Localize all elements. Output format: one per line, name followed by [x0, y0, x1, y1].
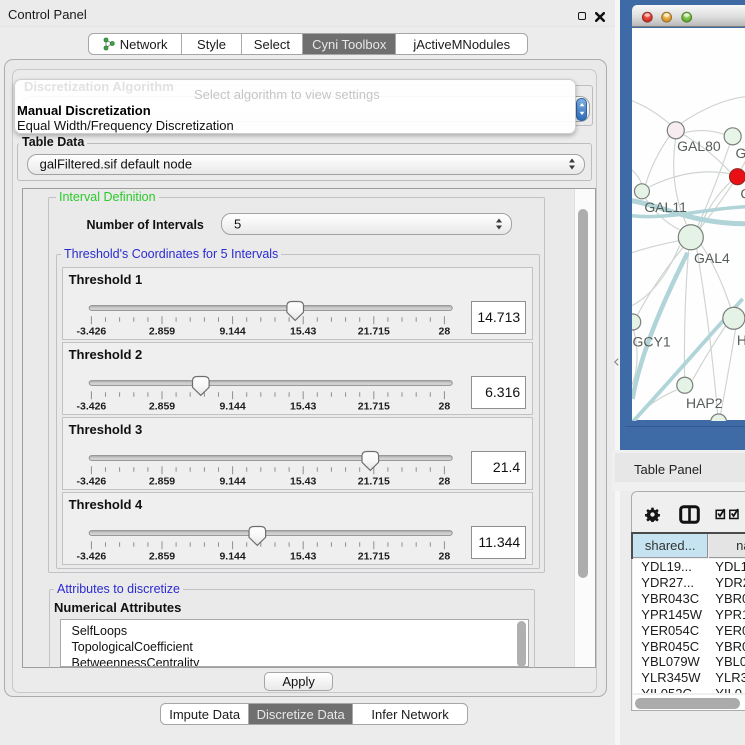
svg-text:HAP2: HAP2: [686, 394, 723, 410]
svg-text:GAL1: GAL1: [735, 145, 745, 161]
svg-text:9.144: 9.144: [219, 326, 245, 338]
svg-text:2.859: 2.859: [149, 401, 175, 413]
svg-text:-3.426: -3.426: [76, 401, 106, 413]
svg-text:28: 28: [438, 551, 450, 563]
svg-text:21.715: 21.715: [358, 401, 390, 413]
svg-text:2.859: 2.859: [149, 476, 175, 488]
svg-text:-3.426: -3.426: [76, 476, 106, 488]
svg-text:28: 28: [438, 401, 450, 413]
svg-text:HI: HI: [737, 331, 745, 347]
svg-text:GAL80: GAL80: [677, 138, 721, 154]
svg-text:-3.426: -3.426: [76, 326, 106, 338]
svg-text:9.144: 9.144: [219, 551, 245, 563]
svg-text:-3.426: -3.426: [76, 551, 106, 563]
svg-text:28: 28: [438, 476, 450, 488]
svg-text:28: 28: [438, 326, 450, 338]
svg-text:GAL11: GAL11: [644, 199, 687, 215]
svg-text:15.43: 15.43: [290, 401, 316, 413]
svg-text:15.43: 15.43: [290, 476, 316, 488]
svg-text:2.859: 2.859: [149, 326, 175, 338]
svg-text:15.43: 15.43: [290, 551, 316, 563]
svg-text:9.144: 9.144: [219, 476, 245, 488]
svg-text:21.715: 21.715: [358, 551, 390, 563]
svg-text:CY: CY: [740, 185, 745, 201]
svg-text:9.144: 9.144: [219, 401, 245, 413]
svg-text:21.715: 21.715: [358, 476, 390, 488]
svg-text:21.715: 21.715: [358, 326, 390, 338]
svg-text:2.859: 2.859: [149, 551, 175, 563]
svg-text:15.43: 15.43: [290, 326, 316, 338]
svg-text:GAL4: GAL4: [694, 249, 730, 265]
svg-text:GCY1: GCY1: [632, 333, 670, 349]
